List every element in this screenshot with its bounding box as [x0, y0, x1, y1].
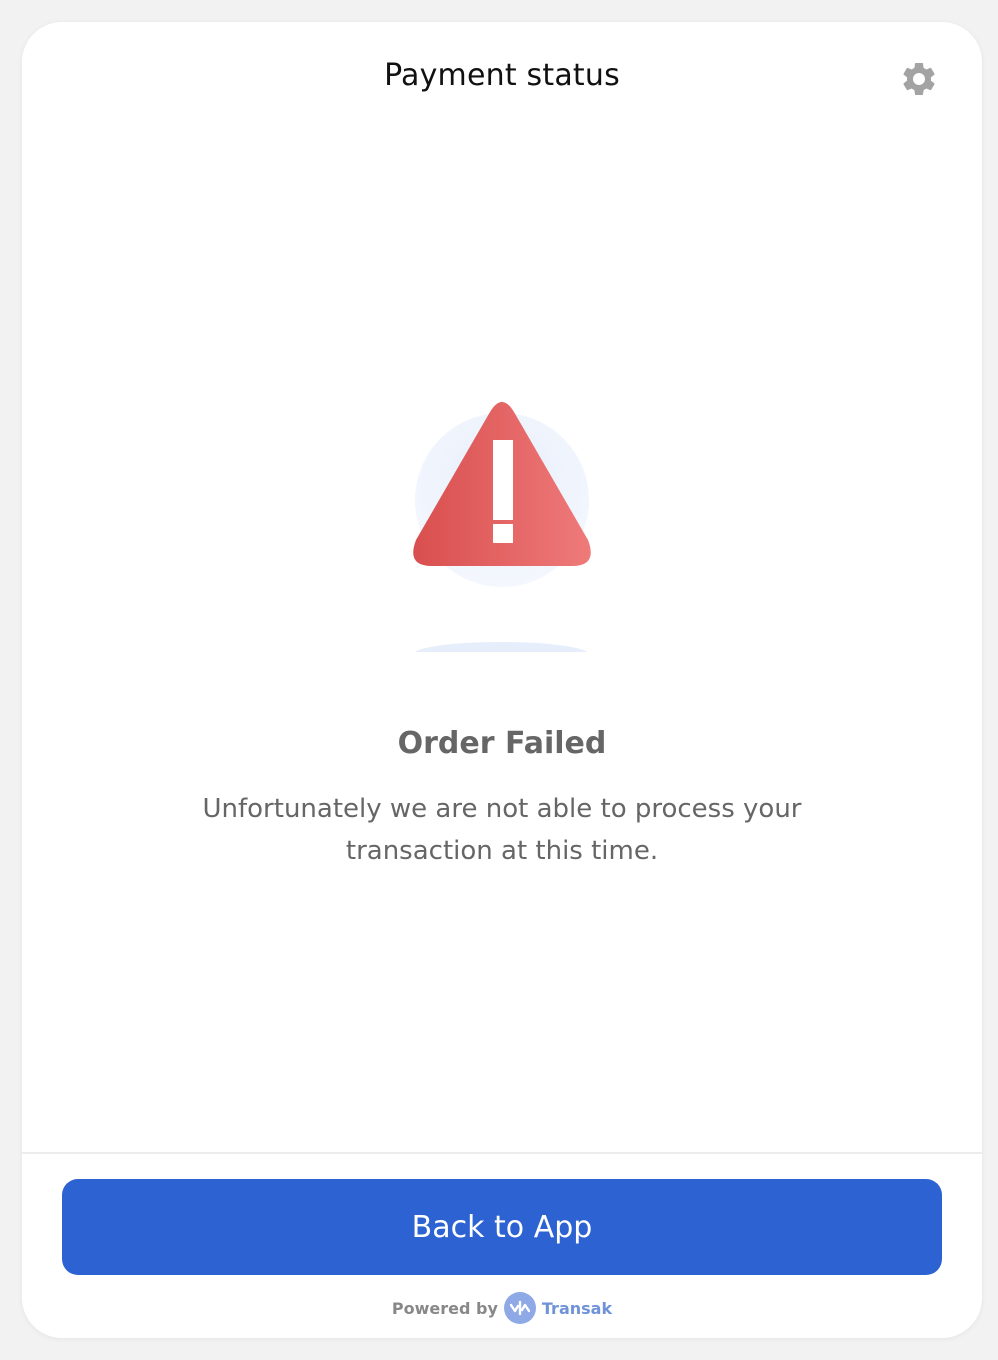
header: Payment status [22, 22, 982, 138]
status-message: Unfortunately we are not able to process… [202, 794, 802, 866]
warning-triangle-icon [413, 402, 591, 652]
gear-icon [903, 62, 935, 95]
page-title: Payment status [384, 58, 620, 93]
back-to-app-button[interactable]: Back to App [62, 1179, 942, 1275]
payment-status-card: Payment status Order Failed Unfortunatel… [22, 22, 982, 1338]
powered-by: Powered by Transak [22, 1292, 982, 1324]
settings-button[interactable] [896, 56, 942, 102]
footer-divider [22, 1152, 982, 1154]
transak-logo-icon [503, 1292, 536, 1324]
powered-by-label: Powered by [391, 1298, 498, 1318]
brand-name: Transak [541, 1298, 613, 1318]
status-title: Order Failed [397, 726, 607, 761]
